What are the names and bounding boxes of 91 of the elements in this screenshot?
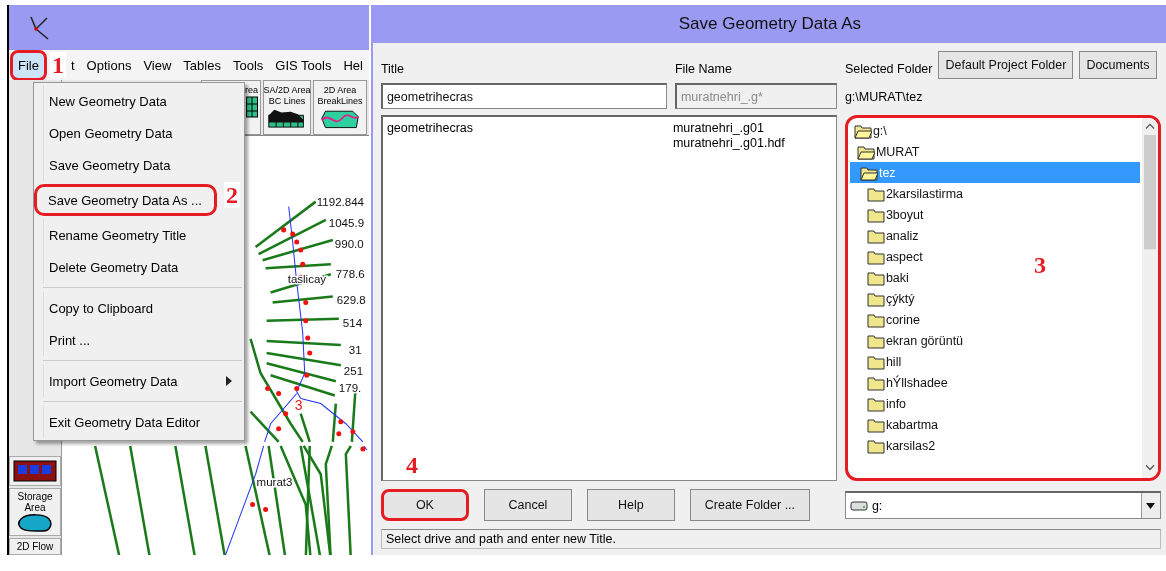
dialog-title: Save Geometry Data As (372, 5, 1166, 43)
dialog-button[interactable]: Help (586, 489, 675, 521)
menu-item[interactable]: Tables (177, 51, 227, 79)
step-number: 1 (50, 52, 66, 78)
folder-icon (866, 248, 885, 265)
folder-icon (866, 311, 885, 328)
map-label: 778.6 (335, 268, 365, 281)
menu-item[interactable]: Exit Geometry Data Editor (43, 406, 244, 438)
map-label: 514 (342, 316, 363, 329)
step-number: 2 (224, 182, 240, 208)
menu-item[interactable]: GIS Tools (269, 51, 338, 79)
menu-item[interactable]: Open Geometry Data (43, 117, 244, 149)
field-label: Selected Folder (844, 62, 933, 78)
title-input[interactable]: geometrihecras (380, 83, 667, 109)
field-label: File Name (674, 62, 733, 78)
drive-select[interactable]: g: (844, 491, 1161, 519)
folder-icon (866, 227, 885, 244)
drive-icon (849, 499, 868, 512)
toolbar-button[interactable]: SA/2D Area BC Lines (262, 80, 311, 135)
app-icon (29, 15, 49, 40)
field-label: Title (380, 62, 406, 78)
menu-item[interactable]: Options (80, 51, 138, 79)
menu-item[interactable]: New Geometry Data (43, 85, 244, 117)
folder-tree-item[interactable]: baki (849, 267, 913, 288)
palette-button[interactable]: 2D Flow (9, 538, 61, 555)
dialog-button[interactable]: Create Folder ... (689, 489, 810, 521)
map-label: 251 (343, 365, 364, 378)
dropdown-caret-icon (1146, 502, 1156, 509)
folder-icon (866, 206, 885, 223)
folder-icon (866, 374, 885, 391)
folder-tree-item[interactable]: çýktý (849, 288, 919, 309)
folder-icon (866, 395, 885, 412)
folder-tree-item[interactable]: kabartma (849, 414, 943, 435)
open-folder-icon (856, 143, 875, 160)
folder-tree-item[interactable]: hill (849, 351, 906, 372)
selected-path: g:\MURAT\tez (844, 90, 924, 104)
folder-icon (866, 290, 885, 307)
folder-tree-item[interactable]: aspect (849, 246, 927, 267)
open-folder-icon (853, 122, 872, 139)
folder-icon (866, 437, 885, 454)
folder-tree-item[interactable]: 3boyut (849, 204, 928, 225)
dialog-button[interactable]: OK (380, 489, 469, 521)
toolbar-button[interactable]: 2D Area BreakLines (312, 80, 367, 135)
folder-tree-item[interactable]: MURAT (849, 141, 924, 162)
palette-button[interactable]: Storage Area (9, 488, 61, 536)
folder-icon (866, 416, 885, 433)
folder-button[interactable]: Default Project Folder (938, 51, 1074, 79)
menu-item[interactable]: Delete Geometry Data (43, 251, 244, 283)
menu-item[interactable]: Print ... (43, 324, 244, 356)
folder-tree-item[interactable]: analiz (849, 225, 923, 246)
submenu-arrow-icon (226, 376, 232, 386)
open-folder-icon (859, 164, 878, 181)
menu-item[interactable]: Copy to Clipboard (43, 292, 244, 324)
menu-item[interactable]: Import Geometry Data (43, 365, 244, 397)
map-label: 629.8 (336, 293, 366, 306)
file-name: muratnehri_.g01.hdf (672, 136, 786, 151)
scrollbar[interactable] (1141, 118, 1158, 478)
menu-item[interactable]: View (137, 51, 178, 79)
status-bar: Select drive and path and enter new Title. (380, 529, 1161, 549)
map-label: 1192.844 (316, 195, 364, 208)
folder-icon (866, 269, 885, 286)
menu-item[interactable]: Hel (337, 51, 369, 79)
folder-tree-item[interactable]: info (849, 393, 911, 414)
menu-item[interactable]: File (10, 49, 47, 81)
map-label: 31 (348, 344, 362, 357)
map-label: 990.0 (334, 238, 364, 251)
grid-icon (245, 96, 258, 118)
folder-tree-item[interactable]: ekran görüntü (849, 330, 968, 351)
menu-item[interactable]: Save Geometry Data As ... (34, 184, 217, 216)
bc-lines-icon (266, 107, 307, 129)
folder-icon (866, 185, 885, 202)
folder-button[interactable]: Documents (1079, 51, 1157, 79)
palette-button[interactable] (9, 456, 61, 486)
folder-tree-item[interactable]: g:\ (849, 120, 891, 141)
folder-tree-item[interactable]: hÝllshadee (849, 372, 952, 393)
dialog-button[interactable]: Cancel (483, 489, 572, 521)
file-name: muratnehri_.g01 (672, 121, 765, 136)
folder-tree-item[interactable]: 2karsilastirma (849, 183, 968, 204)
menu-item[interactable]: Tools (226, 51, 270, 79)
map-label: 1045.9 (328, 216, 365, 229)
folder-icon (866, 353, 885, 370)
menu-item[interactable]: Rename Geometry Title (43, 219, 244, 251)
folder-tree-item[interactable]: karsilas2 (849, 435, 940, 456)
folder-icon (866, 332, 885, 349)
map-label: 3 (294, 396, 303, 413)
menu-item[interactable]: t (64, 51, 81, 79)
list-item[interactable]: geometrihecras (386, 121, 673, 151)
menu-item[interactable]: Save Geometry Data (43, 149, 244, 181)
storage-area-icon (18, 513, 52, 533)
junction-icon (13, 459, 57, 483)
folder-tree-item[interactable]: corine (849, 309, 924, 330)
